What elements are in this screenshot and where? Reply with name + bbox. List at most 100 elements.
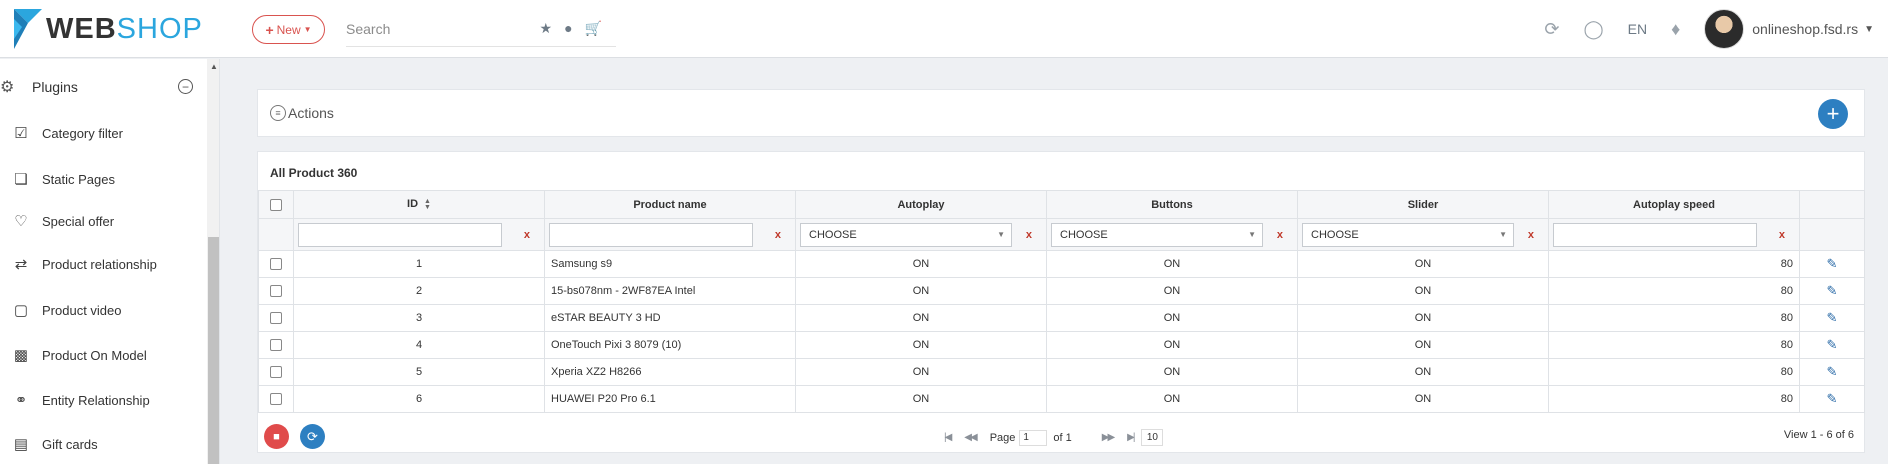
dropdown-arrow-icon: ▼ bbox=[1248, 230, 1256, 239]
star-icon[interactable]: ★ bbox=[540, 20, 553, 37]
column-header-buttons[interactable]: Buttons bbox=[1046, 190, 1298, 219]
last-page-icon[interactable]: ▶| bbox=[1127, 432, 1135, 443]
sort-icon[interactable]: ▲ ▼ bbox=[424, 198, 431, 211]
column-header-slider[interactable]: Slider bbox=[1297, 190, 1549, 219]
clear-filter-slider[interactable]: x bbox=[1528, 229, 1534, 241]
actions-panel: ≡ Actions + bbox=[257, 89, 1865, 137]
cell-product-name: Xperia XZ2 H8266 bbox=[544, 358, 796, 386]
sidebar-section-plugins[interactable]: ⚙ Plugins − bbox=[0, 75, 205, 99]
filter-name-input[interactable] bbox=[549, 222, 753, 247]
page-size-select[interactable]: 10 bbox=[1141, 429, 1164, 446]
products-table: ID ▲ ▼ Product name Autoplay Buttons Slide… bbox=[258, 190, 1865, 413]
language-selector[interactable]: EN bbox=[1628, 21, 1647, 37]
sidebar-item-category-filter[interactable]: ☑ Category filter bbox=[0, 121, 205, 145]
clear-filter-buttons[interactable]: x bbox=[1277, 229, 1283, 241]
sidebar-item-label: Static Pages bbox=[42, 171, 115, 187]
sidebar-item-entity-relationship[interactable]: ⚭ Entity Relationship bbox=[0, 388, 205, 412]
collapse-icon[interactable]: − bbox=[178, 79, 193, 94]
edit-pencil-icon[interactable]: ✎ bbox=[1827, 256, 1838, 271]
refresh-icon: ⟳ bbox=[307, 428, 318, 444]
filter-slider-select[interactable]: CHOOSE ▼ bbox=[1302, 222, 1514, 247]
delete-button[interactable]: ■ bbox=[264, 424, 289, 449]
sidebar-item-static-pages[interactable]: ❏ Static Pages bbox=[0, 167, 205, 191]
webshop-logo[interactable]: WEBSHOP bbox=[14, 8, 203, 50]
new-button[interactable]: + New ▼ bbox=[252, 15, 325, 44]
sidebar-item-product-on-model[interactable]: ▩ Product On Model bbox=[0, 343, 205, 367]
table-row: 4 OneTouch Pixi 3 8079 (10) ON ON ON 80 … bbox=[258, 331, 1865, 359]
chevron-down-icon: ▼ bbox=[303, 25, 312, 34]
page-input[interactable]: 1 bbox=[1019, 429, 1048, 446]
select-all-checkbox[interactable] bbox=[270, 198, 282, 211]
cart-icon[interactable]: 🛒 bbox=[585, 20, 602, 37]
logo-mark-icon bbox=[14, 9, 42, 49]
cell-autoplay-speed: 80 bbox=[1548, 304, 1800, 332]
plus-icon: + bbox=[265, 21, 274, 38]
row-checkbox[interactable] bbox=[270, 258, 282, 271]
pager: |◀ ◀◀ Page 1 of 1 ▶▶ ▶| 10 bbox=[944, 429, 1164, 446]
cell-autoplay-speed: 80 bbox=[1548, 331, 1800, 359]
cell-product-name: OneTouch Pixi 3 8079 (10) bbox=[544, 331, 796, 359]
cell-autoplay: ON bbox=[795, 250, 1047, 278]
row-checkbox[interactable] bbox=[270, 312, 282, 325]
filter-buttons-select[interactable]: CHOOSE ▼ bbox=[1051, 222, 1263, 247]
clear-filter-autoplay[interactable]: x bbox=[1026, 229, 1032, 241]
top-header: WEBSHOP + New ▼ ★ ● 🛒 ⟳ ◯ EN ♦ onlinesho… bbox=[0, 0, 1888, 58]
column-header-autoplay[interactable]: Autoplay bbox=[795, 190, 1047, 219]
refresh-table-button[interactable]: ⟳ bbox=[300, 424, 325, 449]
row-checkbox[interactable] bbox=[270, 366, 282, 379]
video-icon: ▢ bbox=[13, 302, 29, 319]
next-page-icon[interactable]: ▶▶ bbox=[1102, 432, 1115, 443]
sidebar-item-gift-cards[interactable]: ▤ Gift cards bbox=[0, 432, 205, 456]
edit-pencil-icon[interactable]: ✎ bbox=[1827, 283, 1838, 298]
add-button[interactable]: + bbox=[1818, 99, 1848, 129]
row-checkbox[interactable] bbox=[270, 285, 282, 298]
filter-autoplay-select[interactable]: CHOOSE ▼ bbox=[800, 222, 1012, 247]
row-checkbox[interactable] bbox=[270, 339, 282, 352]
globe-icon[interactable]: ◯ bbox=[1583, 19, 1603, 40]
prev-page-icon[interactable]: ◀◀ bbox=[964, 432, 977, 443]
column-header-autoplay-speed[interactable]: Autoplay speed bbox=[1548, 190, 1800, 219]
cell-autoplay-speed: 80 bbox=[1548, 250, 1800, 278]
column-header-id[interactable]: ID ▲ ▼ bbox=[293, 190, 545, 219]
search-input[interactable] bbox=[346, 17, 536, 37]
sidebar-item-product-video[interactable]: ▢ Product video bbox=[0, 298, 205, 322]
caret-down-icon[interactable]: ▼ bbox=[1864, 24, 1874, 35]
cell-id: 3 bbox=[293, 304, 545, 332]
cell-slider: ON bbox=[1297, 277, 1549, 305]
edit-pencil-icon[interactable]: ✎ bbox=[1827, 364, 1838, 379]
sidebar-item-product-relationship[interactable]: ⇄ Product relationship bbox=[0, 252, 205, 276]
sidebar-scrollbar[interactable]: ▲ bbox=[207, 59, 219, 464]
scroll-up-icon[interactable]: ▲ bbox=[210, 62, 218, 71]
table-row: 2 15-bs078nm - 2WF87EA Intel ON ON ON 80… bbox=[258, 277, 1865, 305]
edit-pencil-icon[interactable]: ✎ bbox=[1827, 310, 1838, 325]
link-icon: ⚭ bbox=[14, 392, 28, 409]
trash-icon: ■ bbox=[273, 430, 280, 443]
first-page-icon[interactable]: |◀ bbox=[944, 432, 952, 443]
products-panel: All Product 360 ID ▲ ▼ Product name Autopl… bbox=[257, 151, 1865, 453]
bell-icon[interactable]: ♦ bbox=[1671, 19, 1680, 40]
clear-filter-name[interactable]: x bbox=[775, 229, 781, 241]
dropdown-arrow-icon: ▼ bbox=[997, 230, 1005, 239]
edit-pencil-icon[interactable]: ✎ bbox=[1827, 391, 1838, 406]
column-header-product-name[interactable]: Product name bbox=[544, 190, 796, 219]
refresh-icon[interactable]: ⟳ bbox=[1544, 19, 1559, 40]
actions-label[interactable]: Actions bbox=[288, 105, 334, 121]
edit-pencil-icon[interactable]: ✎ bbox=[1827, 337, 1838, 352]
sidebar-item-label: Entity Relationship bbox=[42, 392, 150, 408]
user-icon[interactable]: ● bbox=[564, 20, 572, 37]
user-name[interactable]: onlineshop.fsd.rs bbox=[1752, 21, 1858, 37]
clear-filter-speed[interactable]: x bbox=[1779, 229, 1785, 241]
filter-speed-input[interactable] bbox=[1553, 222, 1757, 247]
checkbox-edit-icon: ☑ bbox=[14, 125, 28, 142]
row-checkbox[interactable] bbox=[270, 393, 282, 406]
avatar[interactable] bbox=[1704, 9, 1745, 49]
cell-slider: ON bbox=[1297, 304, 1549, 332]
sidebar-item-label: Product relationship bbox=[42, 256, 157, 272]
sidebar: ⚙ Plugins − ☑ Category filter ❏ Static P… bbox=[0, 59, 220, 464]
sidebar-item-special-offer[interactable]: ♡ Special offer bbox=[0, 209, 205, 233]
scroll-thumb[interactable] bbox=[208, 237, 219, 464]
menu-icon[interactable]: ≡ bbox=[270, 105, 286, 121]
clear-filter-id[interactable]: x bbox=[524, 229, 530, 241]
filter-id-input[interactable] bbox=[298, 222, 502, 247]
cell-slider: ON bbox=[1297, 385, 1549, 413]
